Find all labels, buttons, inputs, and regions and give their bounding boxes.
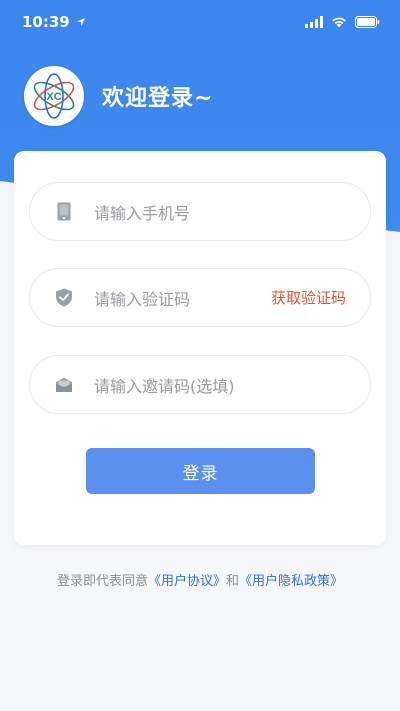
mail-icon bbox=[54, 375, 74, 395]
code-field[interactable]: 请输入验证码 获取验证码 bbox=[29, 268, 371, 327]
user-agreement-link[interactable]: 《用户协议》 bbox=[148, 574, 226, 589]
welcome-header: XC 欢迎登录~ bbox=[24, 66, 213, 126]
agreement-text: 登录即代表同意《用户协议》和《用户隐私政策》 bbox=[0, 570, 400, 589]
get-code-button[interactable]: 获取验证码 bbox=[271, 287, 346, 308]
atom-logo-icon: XC bbox=[33, 73, 75, 119]
login-button[interactable]: 登录 bbox=[86, 448, 315, 494]
privacy-policy-link[interactable]: 《用户隐私政策》 bbox=[239, 574, 343, 589]
wifi-icon bbox=[332, 17, 346, 28]
status-icons bbox=[305, 16, 380, 28]
phone-input[interactable]: 请输入手机号 bbox=[94, 200, 346, 224]
code-input[interactable]: 请输入验证码 bbox=[94, 286, 271, 310]
logo-text: XC bbox=[46, 91, 61, 103]
location-arrow-icon bbox=[76, 18, 85, 26]
status-bar: 10:39 bbox=[0, 0, 400, 44]
agreement-conjunction: 和 bbox=[226, 574, 240, 589]
agreement-prefix: 登录即代表同意 bbox=[56, 574, 148, 589]
login-card: 请输入手机号 请输入验证码 获取验证码 请输入邀请码(选填) 登录 bbox=[14, 151, 386, 545]
phone-icon bbox=[54, 202, 74, 222]
welcome-title: 欢迎登录~ bbox=[102, 86, 214, 111]
app-logo: XC bbox=[24, 66, 84, 126]
invite-field[interactable]: 请输入邀请码(选填) bbox=[29, 355, 371, 414]
phone-field[interactable]: 请输入手机号 bbox=[29, 182, 371, 241]
login-screen: 10:39 XC 欢迎登录~ 请输入手机号 请输入验证码 获取验证码 请输入邀请… bbox=[0, 0, 400, 711]
cellular-signal-icon bbox=[305, 16, 323, 28]
status-time: 10:39 bbox=[22, 13, 70, 31]
shield-icon bbox=[54, 288, 74, 308]
battery-icon bbox=[355, 16, 380, 28]
invite-input[interactable]: 请输入邀请码(选填) bbox=[94, 373, 346, 397]
status-time-group: 10:39 bbox=[22, 13, 86, 31]
